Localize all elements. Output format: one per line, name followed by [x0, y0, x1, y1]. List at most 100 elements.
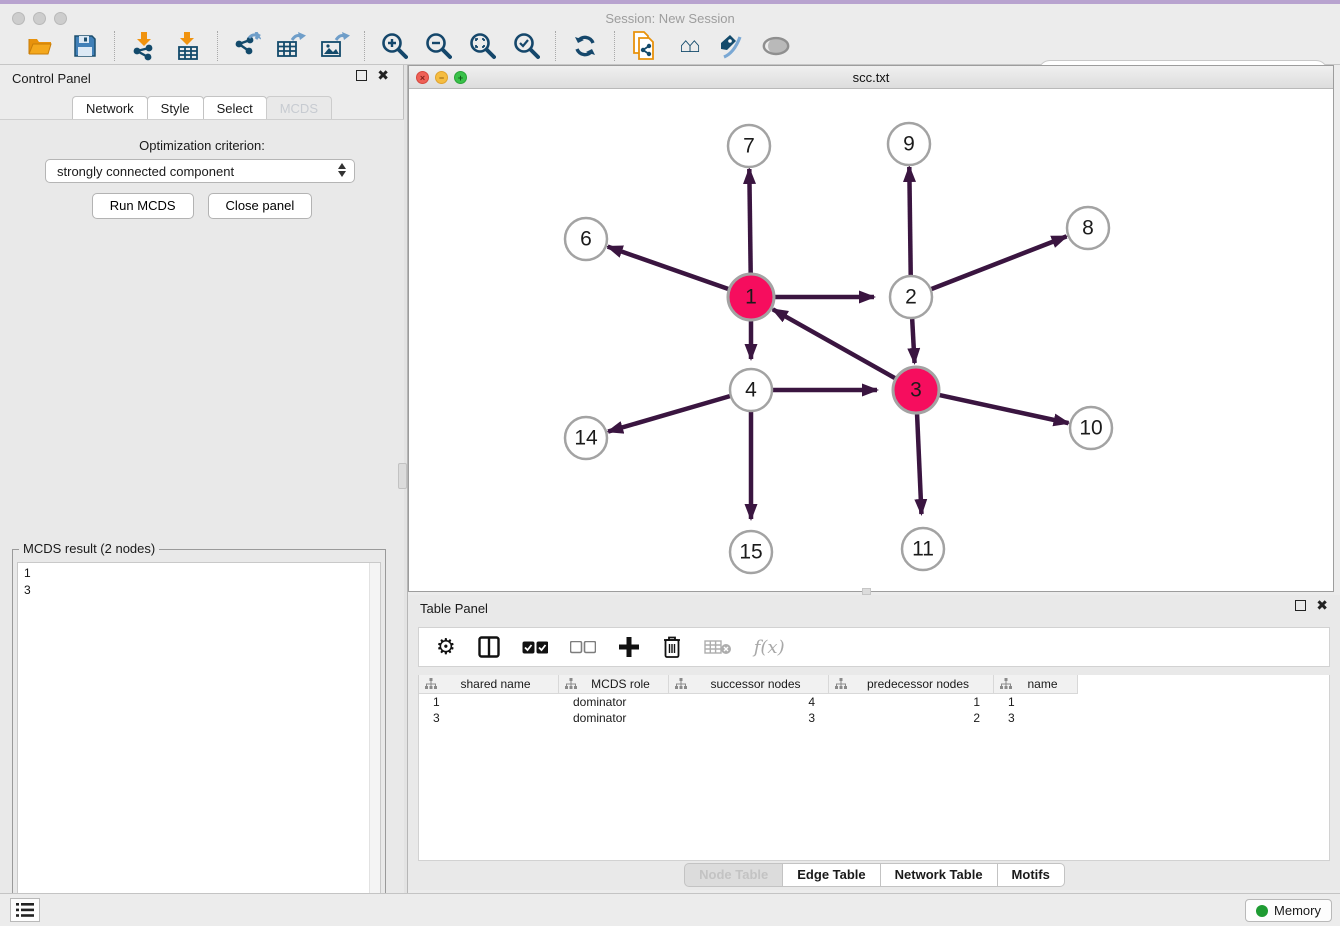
optimization-criterion-label: Optimization criterion:	[0, 138, 404, 153]
mcds-result-title: MCDS result (2 nodes)	[19, 541, 159, 556]
memory-button[interactable]: Memory	[1245, 899, 1332, 922]
criterion-select[interactable]: strongly connected component	[45, 159, 355, 183]
close-table-panel-icon[interactable]: ✖	[1316, 600, 1328, 611]
network-canvas[interactable]: 1 2 3 4 6 7 8 9 10 11 14 15	[409, 89, 1333, 591]
tab-style[interactable]: Style	[147, 96, 204, 121]
graph-node-label: 14	[574, 427, 598, 450]
result-line: 3	[24, 582, 380, 599]
graph-node-15[interactable]: 15	[730, 531, 772, 573]
graph-node-3[interactable]: 3	[893, 367, 939, 413]
status-bar: Memory	[0, 893, 1340, 926]
table-settings-icon[interactable]: ⚙	[436, 636, 456, 658]
duplicate-network-icon[interactable]	[629, 31, 659, 61]
graph-node-label: 4	[745, 379, 757, 402]
tab-node-table[interactable]: Node Table	[684, 863, 783, 887]
tab-edge-table[interactable]: Edge Table	[782, 863, 880, 887]
graph-edge-4-14[interactable]	[608, 396, 730, 431]
column-header-2[interactable]: successor nodes	[669, 675, 829, 694]
column-header-3[interactable]: predecessor nodes	[829, 675, 994, 694]
table-cell: 2	[829, 710, 994, 726]
open-session-icon[interactable]	[26, 31, 56, 61]
delete-column-icon[interactable]	[662, 635, 682, 659]
run-mcds-button[interactable]: Run MCDS	[92, 193, 194, 219]
show-hide-graphics-icon[interactable]	[761, 31, 791, 61]
home-layout-icon[interactable]: ⌂⌂	[673, 31, 703, 61]
node-table: shared nameMCDS rolesuccessor nodesprede…	[418, 675, 1330, 861]
export-image-icon[interactable]	[320, 31, 350, 61]
tab-motifs[interactable]: Motifs	[997, 863, 1065, 887]
graph-edge-3-11[interactable]	[917, 414, 921, 514]
refresh-view-icon[interactable]	[570, 31, 600, 61]
main-toolbar: ⌂⌂	[0, 27, 1340, 65]
table-toolbar: ⚙ f(x)	[418, 627, 1330, 667]
column-header-0[interactable]: shared name	[419, 675, 559, 694]
float-panel-icon[interactable]	[356, 70, 367, 81]
result-scrollbar[interactable]	[369, 563, 380, 917]
zoom-in-icon[interactable]	[379, 31, 409, 61]
task-history-button[interactable]	[10, 898, 40, 922]
graph-node-2[interactable]: 2	[890, 276, 932, 318]
criterion-value: strongly connected component	[57, 164, 234, 179]
import-network-icon[interactable]	[129, 31, 159, 61]
close-panel-button[interactable]: Close panel	[208, 193, 313, 219]
select-all-columns-icon[interactable]	[522, 641, 548, 654]
graph-edge-2-3[interactable]	[912, 319, 914, 363]
graph-node-6[interactable]: 6	[565, 218, 607, 260]
graph-node-label: 10	[1079, 417, 1102, 440]
column-header-1[interactable]: MCDS role	[559, 675, 669, 694]
column-header-4[interactable]: name	[994, 675, 1078, 694]
divider-handle[interactable]	[398, 463, 407, 489]
tab-network[interactable]: Network	[72, 96, 148, 121]
graph-edge-2-8[interactable]	[931, 236, 1066, 289]
zoom-out-icon[interactable]	[423, 31, 453, 61]
table-row[interactable]: 1dominator411	[419, 694, 1329, 710]
network-window-titlebar[interactable]: × − + scc.txt	[409, 66, 1333, 89]
graph-edge-2-9[interactable]	[909, 167, 910, 275]
float-table-panel-icon[interactable]	[1295, 600, 1306, 611]
unselect-all-columns-icon[interactable]	[570, 641, 596, 654]
graph-node-10[interactable]: 10	[1070, 407, 1112, 449]
graph-edge-3-10[interactable]	[939, 395, 1068, 423]
graph-node-label: 3	[910, 379, 922, 402]
titlebar: Session: New Session	[0, 4, 1340, 27]
horizontal-divider-handle[interactable]	[862, 588, 871, 595]
close-panel-icon[interactable]: ✖	[377, 70, 389, 81]
zoom-fit-icon[interactable]	[467, 31, 497, 61]
tab-network-table[interactable]: Network Table	[880, 863, 998, 887]
zoom-selected-icon[interactable]	[511, 31, 541, 61]
export-network-icon[interactable]	[232, 31, 262, 61]
mcds-result-list[interactable]: 1 3	[17, 562, 381, 918]
control-panel: Control Panel ✖ Network Style Select MCD…	[0, 65, 404, 893]
graph-node-label: 9	[903, 133, 915, 156]
result-line: 1	[24, 565, 380, 582]
table-tabs: Node Table Edge Table Network Table Moti…	[408, 863, 1340, 887]
function-builder-icon[interactable]: f(x)	[754, 637, 785, 658]
graph-node-4[interactable]: 4	[730, 369, 772, 411]
graph-edge-1-7[interactable]	[749, 169, 750, 273]
table-cell: 3	[419, 710, 559, 726]
graph-edge-3-1[interactable]	[773, 309, 895, 378]
save-session-icon[interactable]	[70, 31, 100, 61]
import-table-icon[interactable]	[173, 31, 203, 61]
memory-status-icon	[1256, 905, 1268, 917]
graph-node-14[interactable]: 14	[565, 417, 607, 459]
graph-node-8[interactable]: 8	[1067, 207, 1109, 249]
graph-node-1[interactable]: 1	[728, 274, 774, 320]
graph-node-11[interactable]: 11	[902, 528, 944, 570]
network-window-title: scc.txt	[409, 70, 1333, 85]
memory-label: Memory	[1274, 903, 1321, 918]
create-column-icon[interactable]	[618, 636, 640, 658]
graph-node-7[interactable]: 7	[728, 125, 770, 167]
tab-select[interactable]: Select	[203, 96, 267, 121]
show-columns-icon[interactable]	[478, 636, 500, 658]
graph-node-9[interactable]: 9	[888, 123, 930, 165]
graph-edge-1-6[interactable]	[608, 247, 729, 289]
export-table-icon[interactable]	[276, 31, 306, 61]
table-row[interactable]: 3dominator323	[419, 710, 1329, 726]
tab-mcds[interactable]: MCDS	[266, 96, 332, 121]
table-header-row: shared nameMCDS rolesuccessor nodesprede…	[419, 675, 1329, 694]
graph-node-label: 6	[580, 228, 592, 251]
hide-labels-icon[interactable]	[717, 31, 747, 61]
delete-table-icon[interactable]	[704, 639, 732, 655]
table-cell: 1	[829, 694, 994, 710]
